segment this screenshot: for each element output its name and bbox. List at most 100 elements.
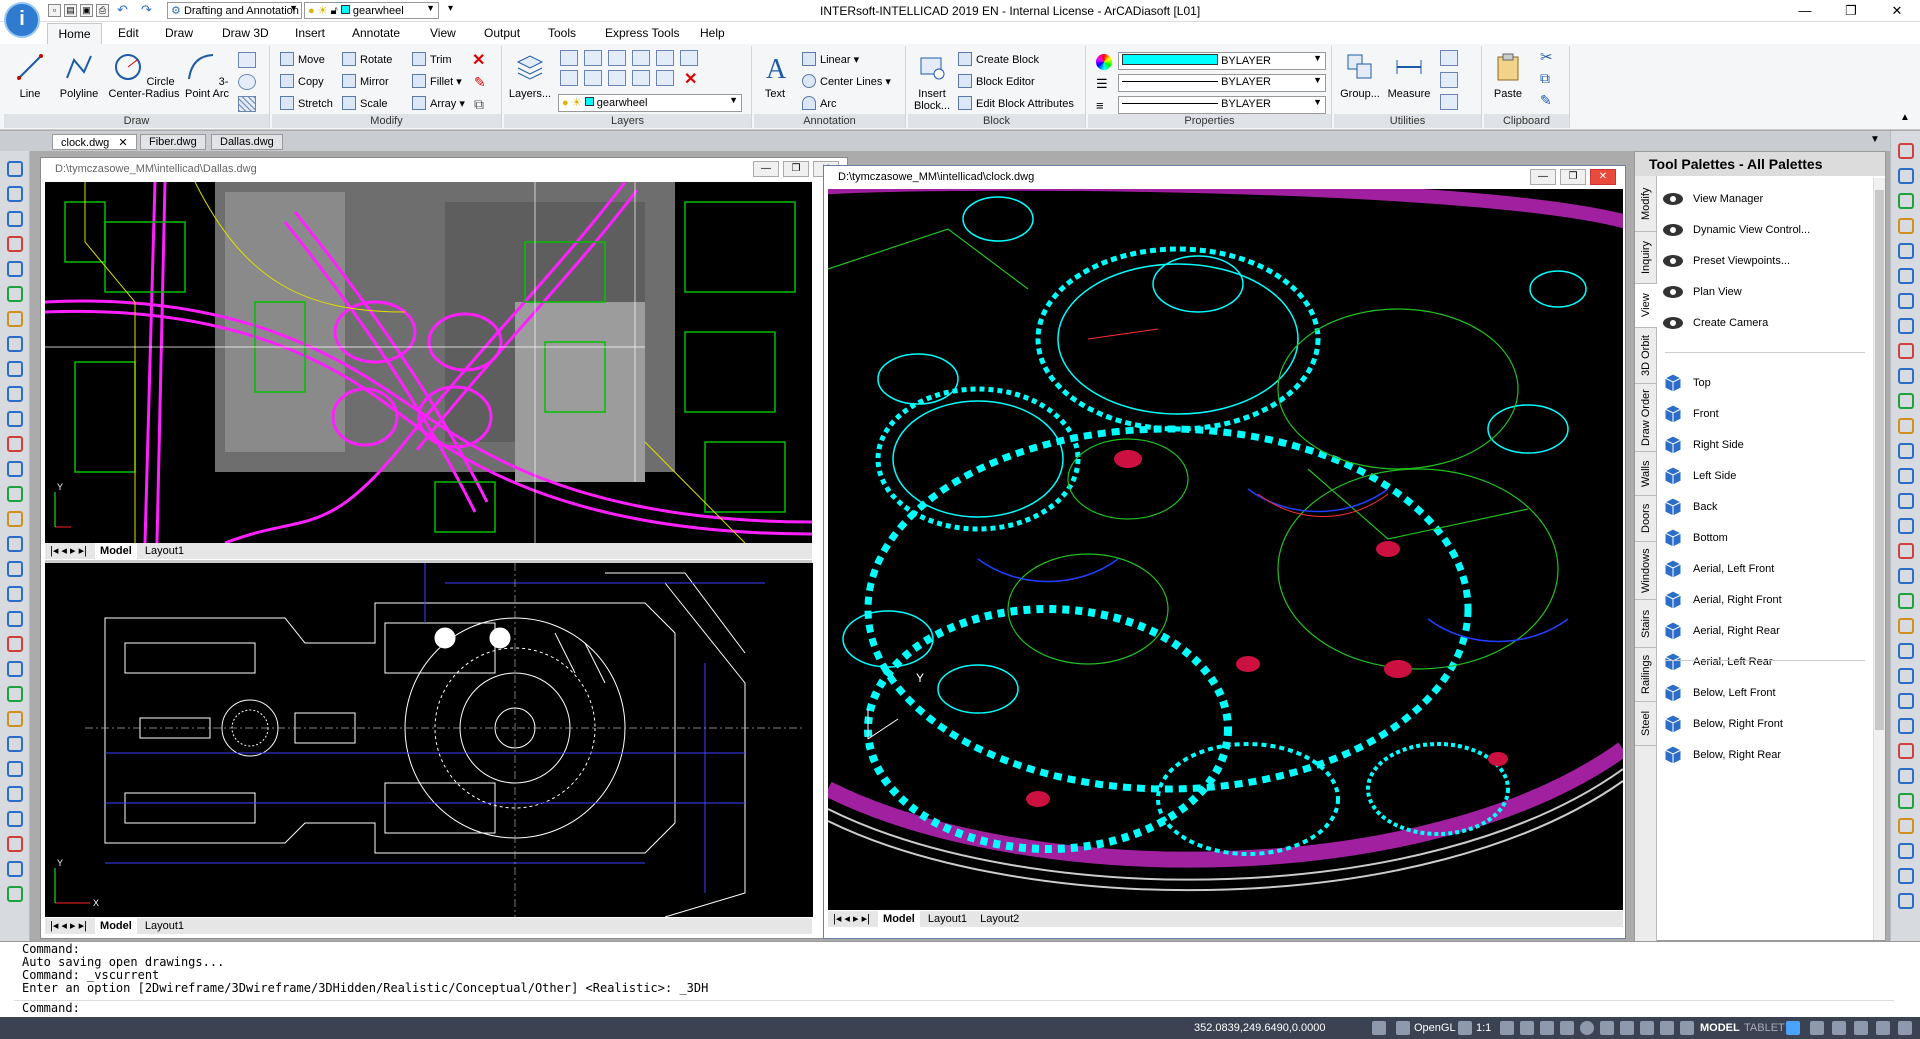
polar-icon[interactable] xyxy=(1520,1021,1534,1035)
tool-icon[interactable] xyxy=(1898,593,1914,609)
tool-icon[interactable] xyxy=(7,186,23,202)
palette-tab-railings[interactable]: Railings xyxy=(1635,648,1657,702)
palette-item[interactable]: Below, Left Front xyxy=(1661,678,1776,708)
tab-help[interactable]: Help xyxy=(700,26,725,40)
tool-icon[interactable] xyxy=(7,361,23,377)
tab-view[interactable]: View xyxy=(430,26,456,40)
quick-properties-icon[interactable] xyxy=(1680,1021,1694,1035)
isolate-objects-icon[interactable] xyxy=(1832,1021,1846,1035)
palette-item[interactable]: Create Camera xyxy=(1661,308,1768,338)
layer-tool-icon[interactable] xyxy=(656,50,674,66)
tool-icon[interactable] xyxy=(1898,368,1914,384)
draw-panel-caption[interactable]: Draw xyxy=(4,114,269,128)
edit-block-attributes-button[interactable]: Edit Block Attributes xyxy=(958,95,1074,113)
selection-cycling-icon[interactable] xyxy=(1640,1021,1654,1035)
mechanical-viewport[interactable]: Y X xyxy=(45,563,813,917)
copy-button[interactable]: Copy xyxy=(280,73,324,91)
polyline-button[interactable]: Polyline xyxy=(54,52,104,100)
minimize-button[interactable]: — xyxy=(753,161,779,177)
palette-item[interactable]: Plan View xyxy=(1661,277,1742,307)
opengl-indicator[interactable]: OpenGL xyxy=(1414,1017,1456,1039)
tool-icon[interactable] xyxy=(7,686,23,702)
palette-tab-windows[interactable]: Windows xyxy=(1635,542,1657,600)
tool-icon[interactable] xyxy=(1898,518,1914,534)
tool-icon[interactable] xyxy=(1898,768,1914,784)
tool-icon[interactable] xyxy=(1898,318,1914,334)
tool-icon[interactable] xyxy=(7,611,23,627)
linetype-combo[interactable]: BYLAYER ▼ xyxy=(1118,74,1326,92)
tool-icon[interactable] xyxy=(7,311,23,327)
insert-block-button[interactable]: Insert Block... xyxy=(910,52,954,112)
palette-tab-stairs[interactable]: Stairs xyxy=(1635,600,1657,648)
open-icon[interactable]: ▤ xyxy=(64,4,77,17)
layer-quick-combo[interactable]: ● ☀ 🔓︎ gearwheel ▼ xyxy=(304,2,439,19)
maximize-button[interactable]: ❐ xyxy=(783,161,809,177)
center-lines-button[interactable]: Center Lines ▾ xyxy=(802,73,891,91)
nav-arrows[interactable]: |◂ ◂ ▸ ▸| xyxy=(45,918,92,934)
osnap-icon[interactable] xyxy=(1540,1021,1554,1035)
tool-icon[interactable] xyxy=(1898,493,1914,509)
tab-insert[interactable]: Insert xyxy=(295,26,325,40)
tool-icon[interactable] xyxy=(1898,143,1914,159)
mirror-button[interactable]: Mirror xyxy=(342,73,389,91)
close-button[interactable]: ✕ xyxy=(1590,169,1616,185)
tool-icon[interactable] xyxy=(7,711,23,727)
application-menu-button[interactable]: i xyxy=(4,2,40,38)
tool-icon[interactable] xyxy=(1898,393,1914,409)
clock-window[interactable]: D:\tymczasowe_MM\intellicad\clock.dwg — … xyxy=(823,165,1626,939)
fillet-button[interactable]: Fillet ▾ xyxy=(412,73,462,91)
minimize-button[interactable]: — xyxy=(1530,169,1556,185)
minimize-button[interactable]: — xyxy=(1782,0,1828,22)
tool-icon[interactable] xyxy=(7,236,23,252)
layer-tool-icon[interactable] xyxy=(656,70,674,86)
tool-icon[interactable] xyxy=(7,411,23,427)
nav-arrows[interactable]: |◂ ◂ ▸ ▸| xyxy=(828,911,875,927)
palette-scroll-thumb[interactable] xyxy=(1875,190,1884,730)
calculator-icon[interactable] xyxy=(1440,94,1458,110)
measure-button[interactable]: Measure xyxy=(1384,52,1434,100)
tool-icon[interactable] xyxy=(7,461,23,477)
tool-icon[interactable] xyxy=(1898,868,1914,884)
layer-tool-icon[interactable] xyxy=(560,70,578,86)
properties-panel-caption[interactable]: Properties xyxy=(1088,114,1331,128)
lineweight-combo[interactable]: BYLAYER ▼ xyxy=(1118,96,1326,114)
palette-item[interactable]: Back xyxy=(1661,492,1717,522)
save-icon[interactable]: ▣ xyxy=(80,4,93,17)
gear-icon[interactable] xyxy=(1786,1021,1800,1035)
tab-list-icon[interactable]: ▼ xyxy=(1870,134,1880,145)
palette-item[interactable]: Aerial, Left Rear xyxy=(1661,647,1772,677)
ribbon-collapse-icon[interactable]: ▲ xyxy=(1900,112,1910,123)
tool-icon[interactable] xyxy=(1898,543,1914,559)
tab-output[interactable]: Output xyxy=(484,26,520,40)
tool-icon[interactable] xyxy=(1898,693,1914,709)
layer-tool-icon[interactable] xyxy=(560,50,578,66)
layer-delete-icon[interactable]: ✕ xyxy=(684,69,697,89)
doc-tab-clock[interactable]: clock.dwg ✕ xyxy=(52,134,137,150)
model-tab[interactable]: Model xyxy=(95,918,137,934)
palette-item[interactable]: Preset Viewpoints... xyxy=(1661,246,1790,276)
erase-icon[interactable]: ✕ xyxy=(472,50,485,70)
palette-tab-view[interactable]: View xyxy=(1635,284,1657,328)
tool-icon[interactable] xyxy=(1898,618,1914,634)
print-icon[interactable]: ⎙ xyxy=(96,4,109,17)
tool-icon[interactable] xyxy=(7,161,23,177)
tool-icon[interactable] xyxy=(1898,643,1914,659)
fullscreen-icon[interactable] xyxy=(1854,1021,1868,1035)
tab-express-tools[interactable]: Express Tools xyxy=(605,26,679,40)
palette-scrollbar[interactable] xyxy=(1873,178,1885,940)
stretch-button[interactable]: Stretch xyxy=(280,95,333,113)
select-all-icon[interactable] xyxy=(1440,72,1458,88)
tool-icon[interactable] xyxy=(1898,793,1914,809)
palette-item[interactable]: Front xyxy=(1661,399,1719,429)
layout1-tab[interactable]: Layout1 xyxy=(140,543,189,559)
undo-icon[interactable]: ↶ xyxy=(116,3,129,17)
palette-tab-modify[interactable]: Modify xyxy=(1635,176,1657,232)
tab-edit[interactable]: Edit xyxy=(118,26,139,40)
tool-icon[interactable] xyxy=(7,261,23,277)
modify-panel-caption[interactable]: Modify xyxy=(272,114,501,128)
palette-tab-steel[interactable]: Steel xyxy=(1635,702,1657,746)
palette-item[interactable]: Below, Right Rear xyxy=(1661,740,1781,770)
arc-button[interactable]: 3-Point Arc xyxy=(182,52,232,100)
block-editor-button[interactable]: Block Editor xyxy=(958,73,1035,91)
ortho-icon[interactable] xyxy=(1500,1021,1514,1035)
